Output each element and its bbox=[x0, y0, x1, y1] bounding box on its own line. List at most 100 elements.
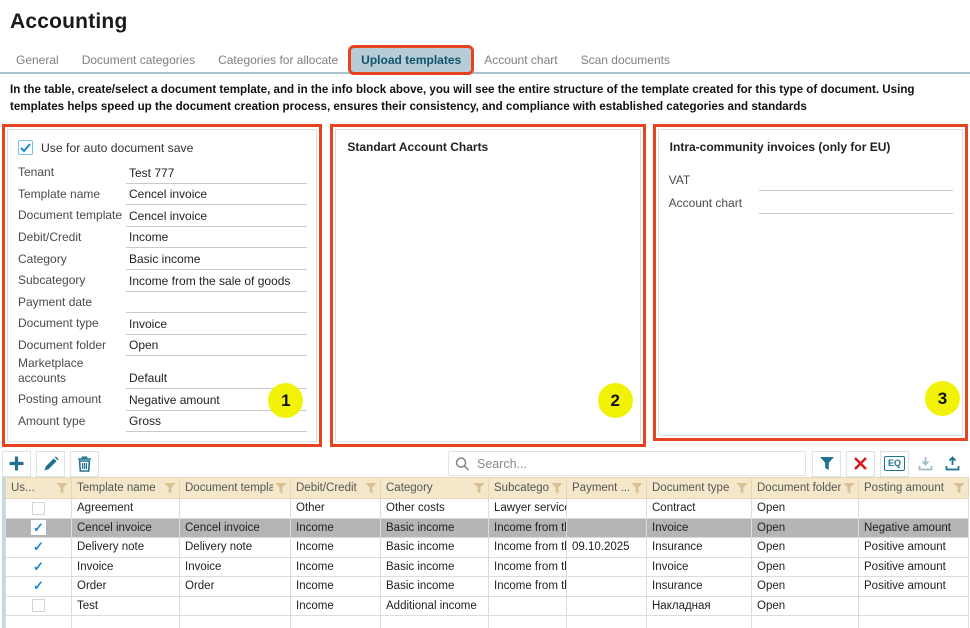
clear-filter-button[interactable] bbox=[846, 451, 875, 477]
field-label: Document type bbox=[18, 316, 126, 334]
table-cell: Delivery note bbox=[72, 538, 180, 558]
field-label: Subcategory bbox=[18, 273, 126, 291]
table-cell: Order bbox=[180, 577, 291, 597]
table-row[interactable]: TestIncomeAdditional incomeНакладнаяOpen bbox=[6, 596, 969, 616]
export-button[interactable] bbox=[941, 451, 963, 477]
table-cell: Накладная bbox=[647, 596, 752, 616]
template-info-panel: Use for auto document save TenantTest 77… bbox=[2, 124, 322, 447]
field-label: Document template bbox=[18, 208, 126, 226]
column-filter-icon[interactable] bbox=[953, 483, 965, 494]
auto-save-row: Use for auto document save bbox=[18, 140, 307, 155]
field-row: CategoryBasic income bbox=[18, 248, 307, 270]
templates-grid: Us... Template name Document templa... Debi… bbox=[2, 477, 968, 628]
tab-document-categories[interactable]: Document categories bbox=[72, 48, 205, 72]
download-tray-icon bbox=[918, 456, 933, 471]
column-filter-icon[interactable] bbox=[164, 483, 176, 494]
column-filter-icon[interactable] bbox=[843, 483, 855, 494]
column-header[interactable]: Subcategory bbox=[489, 478, 567, 499]
row-checkbox-checked[interactable]: ✓ bbox=[31, 520, 46, 535]
add-row-button[interactable] bbox=[2, 451, 31, 477]
field-value[interactable]: Invoice bbox=[126, 317, 307, 335]
table-row[interactable]: AgreementOtherOther costsLawyer services… bbox=[6, 499, 969, 519]
tab-account-chart[interactable]: Account chart bbox=[474, 48, 567, 72]
tab-scan-documents[interactable]: Scan documents bbox=[571, 48, 680, 72]
table-cell: Other bbox=[291, 499, 381, 519]
field-value[interactable]: Income from the sale of goods bbox=[126, 274, 307, 292]
table-cell bbox=[567, 557, 647, 577]
column-filter-icon[interactable] bbox=[473, 483, 485, 494]
filter-row-button[interactable] bbox=[812, 451, 841, 477]
column-header[interactable]: Posting amount bbox=[859, 478, 969, 499]
table-cell: Income bbox=[291, 596, 381, 616]
column-header[interactable]: Us... bbox=[6, 478, 72, 499]
column-header[interactable]: Template name bbox=[72, 478, 180, 499]
table-cell: Order bbox=[72, 577, 180, 597]
table-row[interactable]: ✓Delivery noteDelivery noteIncomeBasic i… bbox=[6, 538, 969, 558]
use-checkbox-cell bbox=[6, 499, 72, 519]
field-value[interactable]: Test 777 bbox=[126, 166, 307, 184]
row-checkbox-checked[interactable]: ✓ bbox=[31, 579, 46, 594]
delete-row-button[interactable] bbox=[70, 451, 99, 477]
table-cell: Open bbox=[752, 577, 859, 597]
field-value[interactable] bbox=[759, 174, 953, 191]
table-cell bbox=[859, 499, 969, 519]
field-row: Document typeInvoice bbox=[18, 313, 307, 335]
table-row[interactable]: ✓Cencel invoiceCencel invoiceIncomeBasic… bbox=[6, 518, 969, 538]
table-cell: Basic income bbox=[381, 577, 489, 597]
templates-table: Us... Template name Document templa... Debi… bbox=[5, 477, 969, 628]
use-checkbox-cell: ✓ bbox=[6, 518, 72, 538]
field-label: Payment date bbox=[18, 295, 126, 313]
field-value[interactable]: Basic income bbox=[126, 252, 307, 270]
column-filter-icon[interactable] bbox=[365, 483, 377, 494]
field-value[interactable]: Open bbox=[126, 338, 307, 356]
field-row: Marketplace accountsDefault bbox=[18, 356, 307, 389]
row-checkbox-checked[interactable]: ✓ bbox=[31, 540, 46, 555]
field-label: Amount type bbox=[18, 414, 126, 432]
field-value[interactable] bbox=[126, 296, 307, 313]
table-cell: Lawyer services bbox=[489, 499, 567, 519]
table-cell: Income from the ... bbox=[489, 518, 567, 538]
column-header-label: Template name bbox=[77, 482, 156, 494]
tab-upload-templates[interactable]: Upload templates bbox=[351, 48, 471, 72]
column-header[interactable]: Document templa... bbox=[180, 478, 291, 499]
tab-general[interactable]: General bbox=[6, 48, 69, 72]
import-button[interactable] bbox=[914, 451, 936, 477]
field-row: VAT bbox=[669, 168, 953, 191]
filter-builder-button[interactable]: EQ bbox=[880, 451, 909, 477]
table-cell bbox=[567, 499, 647, 519]
row-checkbox-checked[interactable]: ✓ bbox=[31, 559, 46, 574]
table-row[interactable]: ✓OrderOrderIncomeBasic incomeIncome from… bbox=[6, 577, 969, 597]
use-checkbox-cell bbox=[6, 596, 72, 616]
field-value[interactable]: Cencel invoice bbox=[126, 209, 307, 227]
column-header-label: Debit/Credit bbox=[296, 482, 357, 494]
column-header[interactable]: Document type bbox=[647, 478, 752, 499]
column-header[interactable]: Payment ... bbox=[567, 478, 647, 499]
search-input[interactable] bbox=[477, 457, 799, 471]
field-value[interactable]: Income bbox=[126, 230, 307, 248]
clear-filter-x-icon bbox=[853, 456, 868, 471]
column-header-label: Document folder bbox=[757, 482, 841, 494]
tab-categories-for-allocate[interactable]: Categories for allocate bbox=[208, 48, 348, 72]
field-value[interactable]: Cencel invoice bbox=[126, 187, 307, 205]
field-label: Debit/Credit bbox=[18, 230, 126, 248]
table-cell bbox=[180, 499, 291, 519]
column-header[interactable]: Debit/Credit bbox=[291, 478, 381, 499]
auto-save-checkbox[interactable] bbox=[18, 140, 33, 155]
row-checkbox-unchecked[interactable] bbox=[32, 599, 45, 612]
column-header[interactable]: Document folder bbox=[752, 478, 859, 499]
field-value[interactable] bbox=[759, 197, 953, 214]
table-cell bbox=[859, 596, 969, 616]
edit-row-button[interactable] bbox=[36, 451, 65, 477]
table-cell bbox=[180, 596, 291, 616]
column-filter-icon[interactable] bbox=[275, 483, 287, 494]
column-filter-icon[interactable] bbox=[631, 483, 643, 494]
row-checkbox-unchecked[interactable] bbox=[32, 502, 45, 515]
column-filter-icon[interactable] bbox=[736, 483, 748, 494]
column-filter-icon[interactable] bbox=[56, 483, 68, 494]
column-filter-icon[interactable] bbox=[551, 483, 563, 494]
table-cell: Contract bbox=[647, 499, 752, 519]
table-cell: Additional income bbox=[381, 596, 489, 616]
table-row[interactable]: ✓InvoiceInvoiceIncomeBasic incomeIncome … bbox=[6, 557, 969, 577]
empty-filler-row bbox=[6, 616, 969, 628]
column-header[interactable]: Category bbox=[381, 478, 489, 499]
